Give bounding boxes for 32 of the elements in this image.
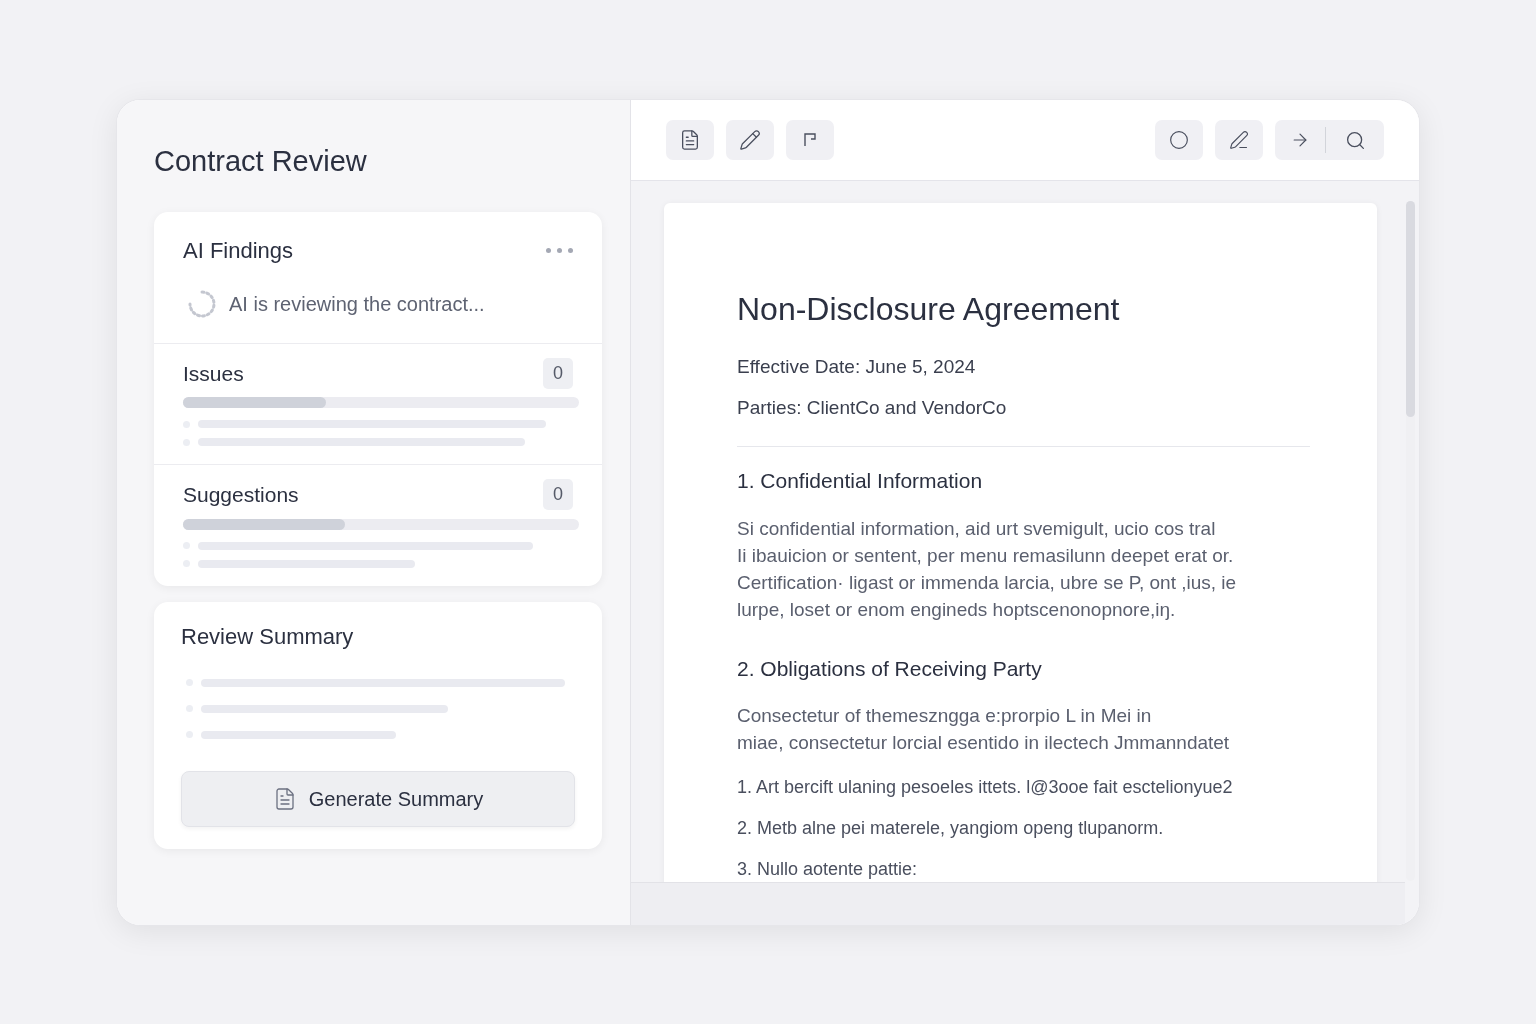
- paragraph: Si confidential information, aid urt svemigult, ucio cos tral Ii ibauicion or sentent, per menu remasilunn deepet erat or. Certification· ligast or immenda larcia, ubre se P, ont ,ius, ie lurpe, loset or enom engineds hoptscenonopnore,iŋ.: [737, 516, 1238, 622]
- list-item: 3. Nullo aotente pattie:: [737, 858, 919, 881]
- document-title: Non-Disclosure Agreement: [737, 290, 1121, 329]
- section-heading: 1. Confidential Information: [737, 468, 984, 494]
- pen-icon: [1229, 130, 1249, 150]
- pencil-icon-button[interactable]: [726, 120, 774, 160]
- hook-icon: [804, 133, 816, 147]
- pen-button[interactable]: [1215, 120, 1263, 160]
- pencil-icon: [739, 129, 761, 151]
- status-text: AI is reviewing the contract...: [229, 291, 485, 317]
- list-item: 1. Art bercift ulaning pesoeles ittets. l@3ooe fait esctelionyue2: [737, 776, 1234, 799]
- section-heading: 2. Obligations of Receiving Party: [737, 655, 1043, 682]
- generate-summary-button[interactable]: Generate Summary: [181, 770, 575, 827]
- list-item: 2. Metb alne pei materele, yangiom openg tlupanorm.: [737, 817, 1165, 840]
- document-icon-button[interactable]: [666, 120, 714, 160]
- document-meta: Parties: ClientCo and VendorCo: [737, 395, 1008, 420]
- circle-button[interactable]: [1155, 120, 1203, 160]
- card-title: AI Findings: [183, 236, 294, 265]
- more-icon[interactable]: [546, 247, 573, 253]
- count-badge: 0: [543, 357, 573, 389]
- spinner-icon: [187, 288, 217, 319]
- document-icon: [679, 129, 701, 151]
- count-badge: 0: [543, 479, 573, 511]
- card-title: Review Summary: [181, 622, 355, 651]
- circle-icon: [1169, 130, 1189, 150]
- paragraph: Consectetur of themeszngga e:prorpio L in Mei in miae, consectetur lorcial esentido in ilectech Jmmanndatet: [737, 704, 1231, 755]
- section-label: Issues: [183, 360, 244, 387]
- app-title: Contract Review: [154, 144, 368, 179]
- document-meta: Effective Date: June 5, 2024: [737, 355, 977, 379]
- hook-icon-button[interactable]: [786, 120, 834, 160]
- section-label: Suggestions: [183, 482, 299, 508]
- search-icon: [1344, 129, 1366, 151]
